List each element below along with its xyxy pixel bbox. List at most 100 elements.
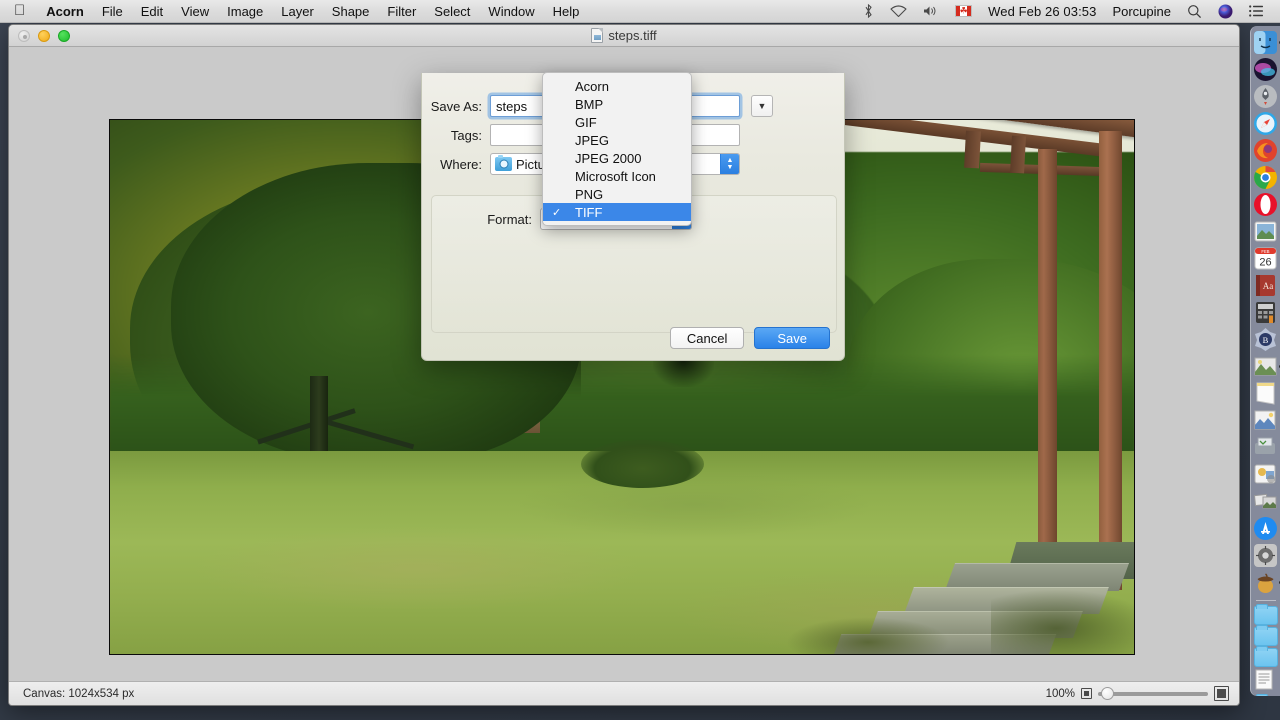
window-title: steps.tiff	[9, 28, 1239, 43]
menu-item-edit[interactable]: Edit	[132, 4, 172, 19]
menu-item-help[interactable]: Help	[544, 4, 589, 19]
format-dropdown-menu[interactable]: Acorn BMP GIF JPEG JPEG 2000 Microsoft I…	[542, 72, 692, 226]
bluetooth-icon[interactable]	[855, 4, 882, 18]
window-title-text: steps.tiff	[608, 28, 657, 43]
tags-label: Tags:	[450, 127, 482, 143]
zoom-slider[interactable]	[1098, 686, 1208, 700]
dock-item-calculator[interactable]	[1253, 300, 1278, 325]
menu-item-filter[interactable]: Filter	[378, 4, 425, 19]
save-as-value: steps	[496, 98, 528, 114]
format-option-label: GIF	[575, 114, 597, 130]
format-option-label: Microsoft Icon	[575, 168, 656, 184]
dock-item-calendar[interactable]: FEB 26	[1253, 246, 1278, 271]
dock-item-finder[interactable]	[1253, 30, 1280, 55]
dock-item-image-editor[interactable]	[1253, 354, 1280, 379]
format-option-label: JPEG 2000	[575, 150, 642, 166]
dock-item-graphic-app[interactable]	[1253, 462, 1278, 487]
dock-item-firefox[interactable]	[1253, 138, 1278, 163]
zoom-in-icon[interactable]	[1214, 686, 1229, 701]
photo-pergola-post	[1099, 130, 1122, 590]
dock-item-scanner[interactable]	[1253, 435, 1278, 460]
canvas-size-label: Canvas: 1024x534 px	[23, 687, 135, 700]
photo-weeds	[785, 616, 950, 654]
menu-item-acorn[interactable]: Acorn	[37, 4, 93, 19]
canada-flag-icon[interactable]: ☘	[947, 5, 980, 17]
dock-item-chrome[interactable]	[1253, 165, 1278, 190]
zoom-out-icon[interactable]	[1081, 688, 1092, 699]
search-icon[interactable]	[1179, 4, 1210, 19]
format-option-acorn[interactable]: Acorn	[543, 77, 691, 95]
format-option-jpeg[interactable]: JPEG	[543, 131, 691, 149]
svg-text:26: 26	[1259, 257, 1271, 269]
chevron-up-icon: ▲	[726, 157, 734, 164]
dock-folder-documents[interactable]	[1253, 625, 1278, 646]
format-option-gif[interactable]: GIF	[543, 113, 691, 131]
cancel-button[interactable]: Cancel	[669, 327, 745, 349]
zoom-percent-label: 100%	[1045, 687, 1075, 700]
menu-item-file[interactable]: File	[93, 4, 132, 19]
wifi-icon[interactable]	[882, 5, 915, 17]
format-option-png[interactable]: PNG	[543, 185, 691, 203]
window-title-bar[interactable]: steps.tiff	[9, 25, 1239, 47]
dock-item-bbedit[interactable]: B	[1253, 327, 1278, 352]
siri-icon[interactable]	[1210, 4, 1241, 19]
dock-item-launchpad[interactable]	[1253, 57, 1278, 82]
format-option-bmp[interactable]: BMP	[543, 95, 691, 113]
dock-item-notes[interactable]	[1253, 381, 1278, 406]
dock-item-safari[interactable]	[1253, 111, 1278, 136]
format-option-label: JPEG	[575, 132, 609, 148]
dock-item-preview[interactable]	[1253, 408, 1278, 433]
menu-bar-clock[interactable]: Wed Feb 26 03:53	[980, 4, 1104, 19]
dock-item-system-preferences[interactable]	[1253, 543, 1278, 568]
format-option-label: BMP	[575, 96, 604, 112]
maple-leaf-glyph: ☘	[959, 5, 968, 16]
dock: FEB 26 Aa B	[1250, 26, 1280, 696]
acorn-document-window: steps.tiff Canvas: 1024x534 px 100% Save…	[8, 24, 1240, 706]
menu-item-layer[interactable]: Layer	[272, 4, 323, 19]
where-stepper-icon[interactable]: ▲ ▼	[720, 154, 739, 174]
photo-pergola-post	[1037, 149, 1058, 561]
zoom-slider-handle[interactable]	[1101, 686, 1114, 700]
menu-item-window[interactable]: Window	[479, 4, 543, 19]
checkmark-icon: ✓	[552, 206, 562, 219]
svg-text:B: B	[1263, 335, 1269, 345]
photo-weeds	[990, 589, 1134, 654]
photo-pergola-rafter	[964, 130, 982, 169]
chevron-down-icon: ▼	[726, 164, 734, 171]
format-option-label: TIFF	[575, 204, 603, 220]
menu-item-image[interactable]: Image	[218, 4, 272, 19]
volume-icon[interactable]	[915, 5, 947, 17]
status-bar: Canvas: 1024x534 px 100%	[9, 681, 1239, 705]
dock-folder-pictures[interactable]	[1253, 646, 1278, 667]
menu-item-shape[interactable]: Shape	[323, 4, 379, 19]
menu-item-view[interactable]: View	[172, 4, 218, 19]
dock-item-opera[interactable]	[1253, 192, 1278, 217]
menu-bar:  Acorn File Edit View Image Layer Shape…	[0, 0, 1280, 23]
format-option-label: Acorn	[575, 78, 609, 94]
desktop:  Acorn File Edit View Image Layer Shape…	[0, 0, 1280, 720]
dock-item-app-store[interactable]	[1253, 516, 1278, 541]
dock-item-dictionary[interactable]: Aa	[1253, 273, 1278, 298]
format-option-tiff[interactable]: ✓ TIFF	[543, 203, 691, 221]
dock-item-acorn[interactable]	[1253, 570, 1280, 595]
notification-center-icon[interactable]	[1241, 5, 1272, 17]
expand-browser-button[interactable]: ▼	[751, 95, 773, 117]
photo-pergola-rafter	[1010, 135, 1027, 174]
format-option-jpeg-2000[interactable]: JPEG 2000	[543, 149, 691, 167]
dock-item-rocket-app[interactable]	[1253, 84, 1278, 109]
apple-logo-icon[interactable]: 	[0, 3, 37, 18]
zoom-controls: 100%	[1046, 686, 1239, 701]
dock-separator	[1255, 600, 1276, 601]
dock-folder-downloads[interactable]	[1253, 604, 1278, 625]
menu-bar-user[interactable]: Porcupine	[1104, 4, 1179, 19]
dock-item-photos[interactable]	[1253, 219, 1278, 244]
menu-bar-status-items: ☘ Wed Feb 26 03:53 Porcupine	[855, 4, 1280, 19]
dock-stack-recent-documents[interactable]	[1253, 669, 1278, 694]
save-as-label: Save As:	[430, 98, 482, 114]
dock-item-photo-browser[interactable]	[1253, 489, 1278, 514]
image-document-icon	[591, 28, 604, 43]
menu-item-select[interactable]: Select	[425, 4, 479, 19]
save-button[interactable]: Save	[754, 327, 830, 349]
format-option-label: PNG	[575, 186, 604, 202]
format-option-microsoft-icon[interactable]: Microsoft Icon	[543, 167, 691, 185]
